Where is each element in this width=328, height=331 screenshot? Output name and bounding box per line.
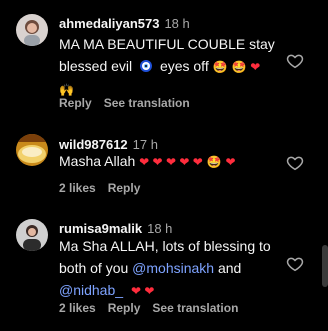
comment-header: rumisa9malik 18 h <box>59 221 172 236</box>
red-heart-emoji-icon: ❤ <box>250 60 261 74</box>
comment-line: @nidhab_ ❤ ❤ <box>59 279 283 302</box>
reply-button[interactable]: Reply <box>59 96 92 110</box>
comment-text-part: and <box>214 260 242 276</box>
star-struck-emoji-icon: 🤩 <box>231 60 247 74</box>
reply-button[interactable]: Reply <box>108 181 141 195</box>
red-heart-emoji-icon: ❤ ❤ <box>130 284 155 298</box>
comment-actions: 2 likes Reply See translation <box>59 301 250 315</box>
username[interactable]: ahmedaliyan573 <box>59 16 159 31</box>
comment-line: blessed evil eyes off 🤩 🤩 ❤ <box>59 55 279 78</box>
comment-text: Ma Sha ALLAH, lots of blessing to both o… <box>59 235 283 302</box>
username[interactable]: rumisa9malik <box>59 221 142 236</box>
avatar[interactable] <box>16 219 48 251</box>
star-struck-emoji-icon: 🤩 <box>212 60 228 74</box>
comment-text-part: both of you <box>59 260 133 276</box>
comment-actions: 2 likes Reply <box>59 181 152 195</box>
comment-text: Masha Allah ❤ ❤ ❤ ❤ ❤ 🤩 ❤ <box>59 150 279 173</box>
comment-actions: Reply See translation <box>59 96 202 110</box>
comment-text-part: Masha Allah <box>59 153 136 169</box>
comment-text: MA MA BEAUTIFUL COUBLE stay blessed evil… <box>59 33 279 101</box>
comment-text-part: eyes off <box>159 58 209 74</box>
comment-header: ahmedaliyan573 18 h <box>59 16 190 31</box>
timestamp: 18 h <box>147 221 173 236</box>
see-translation-button[interactable]: See translation <box>152 301 238 315</box>
reply-button[interactable]: Reply <box>108 301 141 315</box>
comment-3: rumisa9malik 18 h Ma Sha ALLAH, lots of b… <box>0 205 320 331</box>
comment-text-part: blessed evil <box>59 58 133 74</box>
red-heart-emoji-icon: ❤ <box>225 155 236 169</box>
comment-line: MA MA BEAUTIFUL COUBLE stay <box>59 36 275 52</box>
like-heart-icon[interactable] <box>286 154 304 172</box>
star-struck-emoji-icon: 🤩 <box>206 155 222 169</box>
mention-link[interactable]: @mohsinakh <box>132 260 214 276</box>
avatar[interactable] <box>16 134 48 166</box>
scrollbar[interactable] <box>322 245 328 287</box>
likes-count[interactable]: 2 likes <box>59 301 96 315</box>
timestamp: 18 h <box>164 16 190 31</box>
nazar-eye-emoji-icon <box>140 56 153 78</box>
like-heart-icon[interactable] <box>286 255 304 273</box>
avatar[interactable] <box>16 14 48 46</box>
comment-1: ahmedaliyan573 18 h MA MA BEAUTIFUL COUBL… <box>0 0 320 115</box>
mention-link[interactable]: @nidhab_ <box>59 282 123 298</box>
comment-line: both of you @mohsinakh and <box>59 257 283 279</box>
comment-2: wild987612 17 h Masha Allah ❤ ❤ ❤ ❤ ❤ 🤩 ❤… <box>0 120 320 200</box>
like-heart-icon[interactable] <box>286 52 304 70</box>
likes-count[interactable]: 2 likes <box>59 181 96 195</box>
see-translation-button[interactable]: See translation <box>104 96 190 110</box>
comment-line: Ma Sha ALLAH, lots of blessing to <box>59 238 271 254</box>
red-heart-emoji-icon: ❤ ❤ ❤ ❤ ❤ <box>139 155 203 169</box>
